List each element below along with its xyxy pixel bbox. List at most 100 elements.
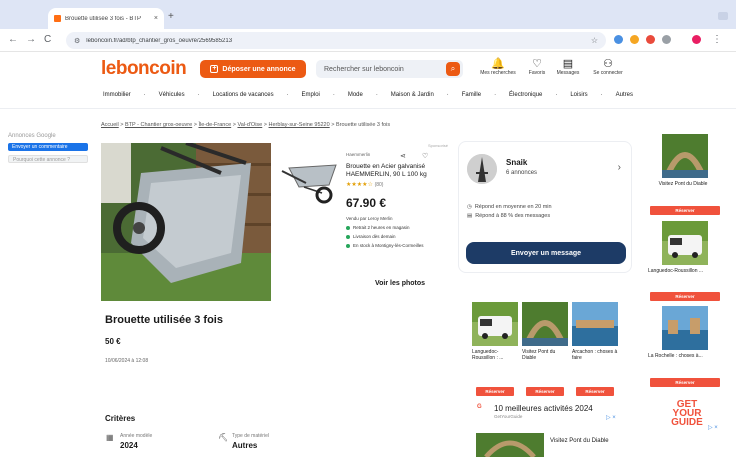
category-immobilier[interactable]: Immobilier [103, 92, 131, 98]
category-autres[interactable]: Autres [616, 92, 633, 98]
why-this-ad-button[interactable]: Pourquoi cette annonce ? [8, 155, 88, 163]
breadcrumb-city[interactable]: Herblay-sur-Seine 95220 [269, 122, 330, 128]
reserve-button[interactable]: Réserver [650, 378, 720, 387]
new-tab-icon[interactable]: + [168, 11, 174, 22]
ad-card[interactable]: Arcachon : choses à faire [572, 302, 618, 361]
ad-card[interactable]: Visitez Pont du Diable [522, 302, 568, 361]
reserve-button[interactable]: Réserver [526, 387, 564, 396]
category-emploi[interactable]: Emploi [302, 92, 320, 98]
ad-image [476, 433, 544, 457]
criteria-item: ⛏ Type de matériel Autres [218, 433, 269, 450]
ad-headline[interactable]: Visitez Pont du Diable [550, 438, 609, 445]
product-feature: Livraison dès demain [346, 234, 446, 239]
ad-image [662, 134, 708, 178]
category-vehicules[interactable]: Véhicules [159, 92, 185, 98]
eiffel-tower-avatar [467, 154, 497, 184]
clock-icon: ◷ [467, 204, 472, 210]
adchoices-icon[interactable]: ▷ × [606, 414, 616, 421]
listing-price: 50 € [105, 337, 121, 346]
reload-icon[interactable]: C [44, 34, 51, 45]
category-maison[interactable]: Maison & Jardin [391, 92, 434, 98]
extension-icon[interactable] [614, 35, 623, 44]
tools-icon: ⛏ [218, 433, 229, 442]
leboncoin-logo[interactable]: leboncoin [101, 58, 187, 80]
ad-card[interactable]: Languedoc-Roussillon ... [648, 221, 728, 274]
breadcrumb-region[interactable]: Île-de-France [198, 122, 231, 128]
ad-card[interactable]: Visitez Pont du Diable [648, 134, 718, 187]
category-mode[interactable]: Mode [348, 92, 363, 98]
getyourguide-logo[interactable]: GET YOUR GUIDE [667, 400, 707, 428]
bookmark-star-icon[interactable]: ☆ [591, 36, 598, 45]
breadcrumb-current: Brouette utilisée 3 fois [335, 122, 391, 128]
check-dot-icon [346, 226, 350, 230]
message-icon: ▤ [467, 213, 473, 219]
send-feedback-button[interactable]: Envoyer un commentaire [8, 143, 88, 151]
wheelbarrow-thumbnail [281, 164, 337, 204]
product-brand: Haemmerlin [346, 152, 371, 157]
back-icon[interactable]: ← [8, 34, 18, 45]
category-famille[interactable]: Famille [462, 92, 481, 98]
category-nav: Immobilier · Véhicules · Locations de va… [103, 92, 633, 98]
google-ads-label: Annonces Google [8, 133, 56, 139]
getyourguide-small-logo: G [477, 404, 482, 410]
listing-title: Brouette utilisée 3 fois [105, 314, 223, 326]
category-electronique[interactable]: Électronique [509, 92, 542, 98]
search-icon[interactable]: ⌕ [446, 62, 460, 76]
browser-toolbar: ← → C ⚙ leboncoin.fr/ad/btp_chantier_gro… [0, 29, 736, 52]
send-message-button[interactable]: Envoyer un message [466, 242, 626, 264]
adchoices-icon[interactable]: ▷ × [708, 424, 718, 431]
breadcrumb: Accueil > BTP - Chantier gros-oeuvre > Î… [101, 122, 391, 128]
category-loisirs[interactable]: Loisirs [570, 92, 587, 98]
deposit-ad-button[interactable]: + Déposer une annonce [200, 60, 306, 78]
product-thumbnail[interactable] [274, 143, 344, 213]
seller-avatar[interactable] [467, 154, 497, 184]
seller-ad-count: 6 annonces [506, 170, 538, 176]
extension-icon[interactable] [630, 35, 639, 44]
login-link[interactable]: ⚇ Se connecter [585, 57, 631, 76]
listing-main-photo[interactable] [101, 143, 271, 301]
ad-card[interactable] [476, 433, 544, 457]
window-menu-icon[interactable] [718, 12, 728, 20]
forward-icon[interactable]: → [26, 34, 36, 45]
chevron-right-icon[interactable]: › [618, 162, 621, 173]
reserve-button[interactable]: Réserver [476, 387, 514, 396]
site-info-icon[interactable]: ⚙ [74, 37, 80, 45]
breadcrumb-department[interactable]: Val-d'Oise [237, 122, 262, 128]
breadcrumb-category[interactable]: BTP - Chantier gros-oeuvre [125, 122, 192, 128]
check-dot-icon [346, 235, 350, 239]
reserve-button[interactable]: Réserver [650, 292, 720, 301]
browser-menu-icon[interactable]: ⋮ [712, 34, 722, 45]
sponsored-product[interactable]: Haemmerlin Brouette en Acier galvanisé H… [346, 152, 446, 248]
reserve-button[interactable]: Réserver [650, 206, 720, 215]
browser-tab[interactable]: Brouette utilisée 3 fois - BTP × [48, 8, 164, 29]
search-input[interactable]: Rechercher sur leboncoin [316, 60, 463, 78]
ad-headline[interactable]: 10 meilleures activités 2024 [494, 404, 593, 413]
ad-card[interactable]: Languedoc-Roussillon : ... [472, 302, 518, 361]
product-price: 67.90 € [346, 196, 387, 210]
extensions-puzzle-icon[interactable] [662, 35, 671, 44]
see-photos-button[interactable]: Voir les photos [375, 280, 425, 287]
favicon-icon [54, 15, 61, 22]
category-locations[interactable]: Locations de vacances [213, 92, 274, 98]
product-name[interactable]: Brouette en Acier galvanisé HAEMMERLIN, … [346, 163, 446, 179]
reserve-button[interactable]: Réserver [576, 387, 614, 396]
plus-icon: + [210, 65, 219, 73]
criteria-heading: Critères [105, 414, 136, 423]
breadcrumb-home[interactable]: Accueil [101, 122, 119, 128]
user-icon: ⚇ [603, 58, 613, 70]
ad-image [572, 302, 618, 346]
ad-advertiser: GetYourGuide [494, 414, 523, 419]
tab-close-icon[interactable]: × [154, 15, 158, 22]
seller-name[interactable]: Snaik [506, 158, 527, 167]
ad-card[interactable]: La Rochelle : choses à... [648, 306, 728, 359]
profile-avatar[interactable] [692, 35, 701, 44]
product-seller: Vendu par Leroy Merlin [346, 216, 393, 221]
calendar-icon: ▦ [106, 433, 114, 442]
wheelbarrow-photo [101, 143, 271, 301]
seller-response-rate: ▤ Répond à 88 % des messages [467, 213, 551, 219]
ad-image [662, 221, 708, 265]
address-bar[interactable]: ⚙ leboncoin.fr/ad/btp_chantier_gros_oeuv… [66, 32, 606, 49]
seller-card: Snaik 6 annonces › ◷ Répond en moyenne e… [458, 141, 632, 273]
ad-image [472, 302, 518, 346]
extension-icon[interactable] [646, 35, 655, 44]
